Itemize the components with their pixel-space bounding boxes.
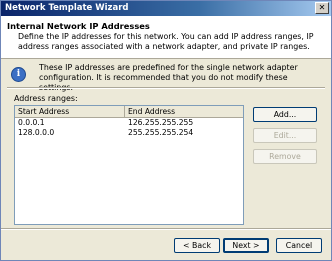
end-address-cell: 255.255.255.254 [128,128,194,137]
table-row[interactable]: 128.0.0.0 255.255.255.254 [15,128,243,138]
window-title: Network Template Wizard [5,3,129,13]
column-header-start-address[interactable]: Start Address [15,106,125,117]
column-header-end-address[interactable]: End Address [125,106,243,117]
info-icon: i [11,67,26,82]
next-button[interactable]: Next > [223,238,269,253]
start-address-cell: 0.0.0.1 [18,118,45,127]
wizard-window: Network Template Wizard ✕ Internal Netwo… [0,0,332,261]
close-button[interactable]: ✕ [315,2,329,14]
back-button[interactable]: < Back [174,238,220,253]
add-button[interactable]: Add... [253,107,317,122]
address-ranges-list[interactable]: Start Address End Address 0.0.0.1 126.25… [14,105,244,225]
edit-button[interactable]: Edit... [253,128,317,143]
table-row[interactable]: 0.0.0.1 126.255.255.255 [15,118,243,128]
remove-button[interactable]: Remove [253,149,317,164]
wizard-header: Internal Network IP Addresses Define the… [1,16,331,59]
end-address-cell: 126.255.255.255 [128,118,194,127]
page-description: Define the IP addresses for this network… [18,32,314,51]
list-header: Start Address End Address [15,106,243,118]
start-address-cell: 128.0.0.0 [18,128,55,137]
divider [7,87,325,89]
title-bar: Network Template Wizard ✕ [1,1,331,16]
address-ranges-label: Address ranges: [14,94,78,103]
cancel-button[interactable]: Cancel [276,238,322,253]
page-title: Internal Network IP Addresses [7,21,150,31]
footer-divider [1,228,331,230]
